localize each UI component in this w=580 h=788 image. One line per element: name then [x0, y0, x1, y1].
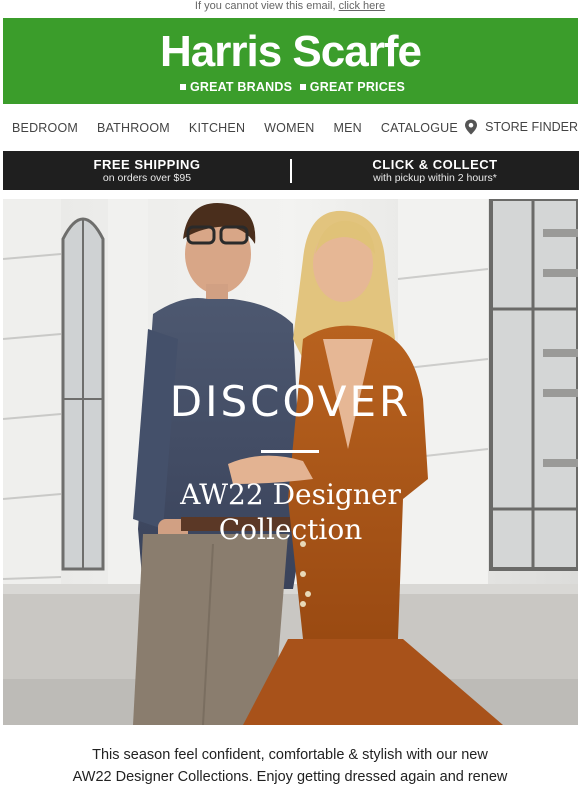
preheader-text: If you cannot view this email, — [194, 0, 336, 12]
free-shipping-subtitle: on orders over $95 — [102, 172, 192, 184]
hero-subheadline-line-2: Collection — [218, 513, 363, 546]
hero-subheadline-line-1: AW22 Designer — [180, 478, 401, 511]
location-pin-icon — [465, 119, 478, 135]
nav-item-kitchen[interactable]: KITCHEN — [189, 121, 245, 135]
intro-copy-line-2: AW22 Designer Collections. Enjoy getting… — [72, 769, 508, 785]
nav-item-men[interactable]: MEN — [333, 121, 361, 135]
intro-copy: This season feel confident, comfortable … — [0, 744, 580, 788]
intro-copy-line-1: This season feel confident, comfortable … — [92, 747, 488, 763]
nav-item-bathroom[interactable]: BATHROOM — [97, 121, 170, 135]
hero-headline: DISCOVER — [169, 377, 412, 426]
click-collect-subtitle: with pickup within 2 hours* — [373, 172, 497, 184]
click-collect-title: CLICK & COLLECT — [372, 157, 498, 172]
tagline-prices: GREAT PRICES — [309, 80, 406, 94]
promo-divider — [290, 159, 292, 183]
promo-bar: FREE SHIPPING on orders over $95 CLICK &… — [3, 151, 579, 190]
brand-tagline: GREAT BRANDS GREAT PRICES — [3, 80, 578, 94]
square-bullet-icon — [179, 84, 186, 91]
hero-divider — [261, 450, 319, 453]
nav-item-women[interactable]: WOMEN — [264, 121, 314, 135]
hero-banner[interactable]: DISCOVER AW22 Designer Collection — [3, 199, 578, 725]
nav-item-bedroom[interactable]: BEDROOM — [12, 121, 78, 135]
preheader: If you cannot view this email, click her… — [0, 0, 580, 18]
free-shipping-promo[interactable]: FREE SHIPPING on orders over $95 — [3, 151, 291, 190]
hero-image — [3, 199, 578, 725]
click-collect-promo[interactable]: CLICK & COLLECT with pickup within 2 hou… — [291, 151, 579, 190]
square-bullet-icon — [299, 84, 306, 91]
store-finder-label: STORE FINDER — [485, 120, 578, 134]
brand-banner[interactable]: Harris Scarfe GREAT BRANDS GREAT PRICES — [3, 18, 578, 104]
nav-item-catalogue[interactable]: CATALOGUE — [381, 121, 458, 135]
brand-logo[interactable]: Harris Scarfe — [3, 30, 578, 74]
store-finder-link[interactable]: STORE FINDER — [464, 119, 578, 135]
hero-subheadline: AW22 Designer Collection — [3, 477, 578, 547]
view-online-link[interactable]: click here — [339, 0, 385, 12]
free-shipping-title: FREE SHIPPING — [93, 157, 201, 172]
main-nav: BEDROOM BATHROOM KITCHEN WOMEN MEN CATAL… — [3, 105, 580, 151]
tagline-brands: GREAT BRANDS — [189, 80, 293, 94]
